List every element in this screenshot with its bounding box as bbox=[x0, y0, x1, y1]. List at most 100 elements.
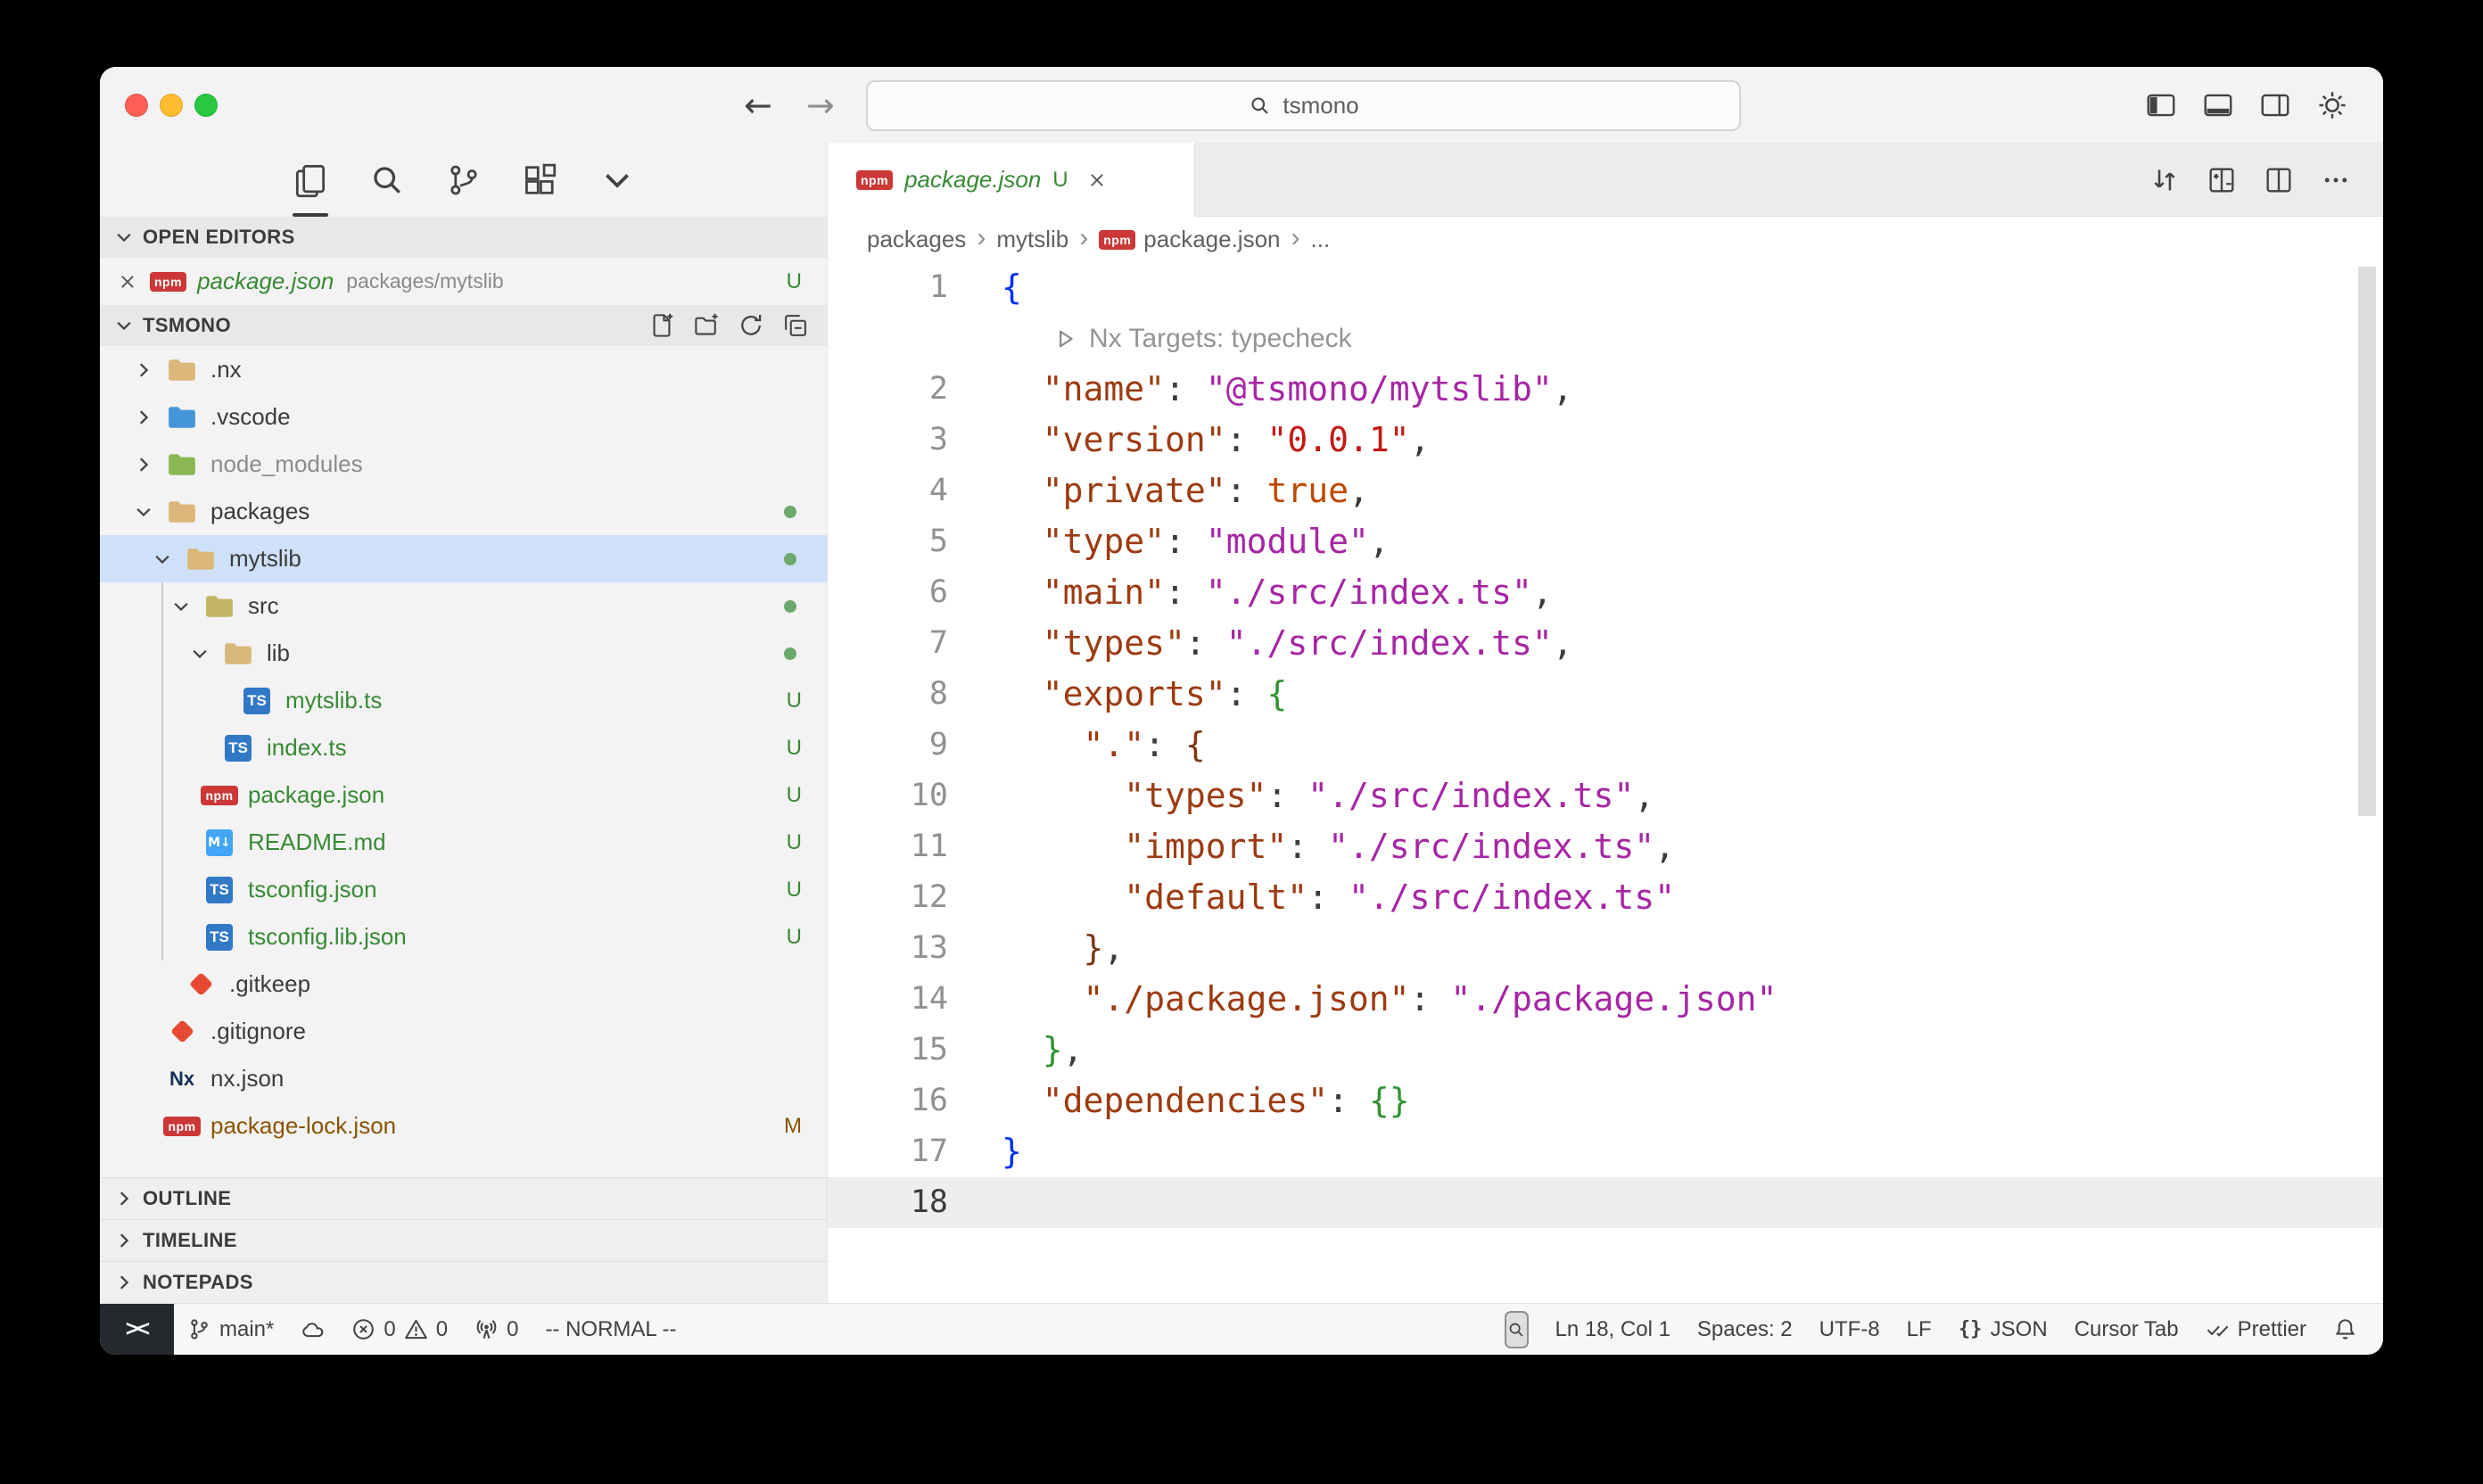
refresh-explorer-icon[interactable] bbox=[738, 312, 764, 339]
code-line-8: 8 "exports": { bbox=[828, 669, 2383, 720]
tree-item-label: index.ts bbox=[267, 734, 347, 762]
ts-icon: TS bbox=[206, 877, 233, 903]
status-vim-mode[interactable]: -- NORMAL -- bbox=[532, 1304, 689, 1355]
status-remote-indicator[interactable]: >< bbox=[100, 1304, 174, 1355]
status-bar-right: Ln 18, Col 1Spaces: 2UTF-8 LF {}JSONCursor… bbox=[1491, 1304, 2384, 1355]
codelens-label: Nx Targets: typecheck bbox=[1089, 313, 1352, 364]
tree-item-.nx[interactable]: .nx bbox=[100, 346, 827, 393]
tree-item-.gitkeep[interactable]: .gitkeep bbox=[100, 960, 827, 1008]
toggle-primary-sidebar-button[interactable] bbox=[2144, 88, 2178, 122]
history-back-button[interactable]: ← bbox=[744, 67, 772, 143]
status-formatter[interactable]: Prettier bbox=[2192, 1304, 2320, 1355]
activity-search-button[interactable] bbox=[367, 143, 408, 217]
tree-item-lib[interactable]: lib bbox=[100, 630, 827, 677]
status-cursor-position[interactable]: Ln 18, Col 1 bbox=[1542, 1304, 1684, 1355]
status-encoding[interactable]: UTF-8 bbox=[1806, 1304, 1893, 1355]
tab-close-icon[interactable] bbox=[1085, 169, 1109, 192]
tree-item-tsconfig.json[interactable]: TStsconfig.jsonU bbox=[100, 866, 827, 913]
fullscreen-window-button[interactable] bbox=[194, 94, 218, 117]
sidebar-section-notepads[interactable]: NOTEPADS bbox=[100, 1261, 827, 1303]
open-editor-item[interactable]: npm package.json packages/mytslib U bbox=[100, 258, 827, 305]
close-editor-icon[interactable] bbox=[116, 270, 139, 293]
line-number: 15 bbox=[828, 1025, 948, 1076]
tree-item-label: .vscode bbox=[210, 403, 291, 431]
editor-scrollbar[interactable] bbox=[2358, 267, 2376, 816]
git-badge: U bbox=[787, 925, 802, 950]
status-language-mode[interactable]: {}JSON bbox=[1945, 1304, 2061, 1355]
status-ports-label: 0 bbox=[507, 1317, 518, 1342]
tree-item-tsconfig.lib.json[interactable]: TStsconfig.lib.jsonU bbox=[100, 913, 827, 960]
collapse-folders-icon[interactable] bbox=[782, 312, 809, 339]
settings-button[interactable] bbox=[2315, 88, 2349, 122]
more-actions-icon[interactable] bbox=[2321, 165, 2351, 195]
tab-package-json[interactable]: npm package.json U bbox=[828, 143, 1195, 217]
tree-item-node-modules[interactable]: node_modules bbox=[100, 441, 827, 488]
new-file-icon[interactable] bbox=[648, 312, 675, 339]
sidebar-section-timeline[interactable]: TIMELINE bbox=[100, 1219, 827, 1261]
command-center-search[interactable]: tsmono bbox=[866, 80, 1741, 131]
tree-item-index.ts[interactable]: TSindex.tsU bbox=[100, 724, 827, 771]
open-editors-header[interactable]: OPEN EDITORS bbox=[100, 217, 827, 258]
tree-item-label: .nx bbox=[210, 356, 242, 383]
workspace-title: TSMONO bbox=[143, 314, 231, 337]
line-number bbox=[828, 313, 948, 364]
close-window-button[interactable] bbox=[125, 94, 148, 117]
toggle-panel-button[interactable] bbox=[2201, 88, 2235, 122]
minimize-window-button[interactable] bbox=[160, 94, 183, 117]
breadcrumb-separator-icon: › bbox=[1079, 225, 1088, 255]
breadcrumb-item[interactable]: npmpackage.json bbox=[1099, 226, 1280, 253]
status-eol-sequence-label: LF bbox=[1907, 1317, 1932, 1342]
tab-git-badge: U bbox=[1052, 168, 1068, 193]
open-changes-icon[interactable] bbox=[2207, 165, 2237, 195]
tree-item-src[interactable]: src bbox=[100, 582, 827, 630]
folder-lib-icon bbox=[223, 640, 253, 667]
compare-changes-icon[interactable] bbox=[2149, 165, 2180, 195]
sidebar-bottom-sections: OUTLINETIMELINENOTEPADS bbox=[100, 1177, 827, 1303]
tree-item-package.json[interactable]: npmpackage.jsonU bbox=[100, 771, 827, 819]
status-problems[interactable]: 00 bbox=[338, 1304, 461, 1355]
activity-more-views-button[interactable] bbox=[597, 143, 638, 217]
history-forward-button[interactable]: → bbox=[806, 67, 835, 143]
tree-item-mytslib[interactable]: mytslib bbox=[100, 535, 827, 582]
split-editor-icon[interactable] bbox=[2264, 165, 2294, 195]
tree-item-mytslib.ts[interactable]: TSmytslib.tsU bbox=[100, 677, 827, 724]
tree-item-nx.json[interactable]: Nxnx.json bbox=[100, 1055, 827, 1102]
folder-src-icon bbox=[204, 593, 235, 620]
tree-item-packages[interactable]: packages bbox=[100, 488, 827, 535]
tree-item-package-lock.json[interactable]: npmpackage-lock.jsonM bbox=[100, 1102, 827, 1150]
workspace-header[interactable]: TSMONO bbox=[100, 305, 827, 346]
status-ports[interactable]: 0 bbox=[461, 1304, 532, 1355]
activity-extensions-button[interactable] bbox=[520, 143, 561, 217]
code-viewport[interactable]: 1{Nx Targets: typecheck2 "name": "@tsmon… bbox=[828, 262, 2383, 1303]
status-notifications[interactable] bbox=[2320, 1304, 2371, 1355]
code-line-14: 14 "./package.json": "./package.json" bbox=[828, 974, 2383, 1025]
code-line-10: 10 "types": "./src/index.ts", bbox=[828, 771, 2383, 821]
activity-source-control-button[interactable] bbox=[443, 143, 484, 217]
activity-explorer-button[interactable] bbox=[290, 143, 331, 217]
toggle-secondary-sidebar-button[interactable] bbox=[2258, 88, 2292, 122]
status-publish-changes[interactable] bbox=[287, 1304, 338, 1355]
tree-item-label: node_modules bbox=[210, 450, 363, 478]
breadcrumb-item[interactable]: packages bbox=[867, 226, 966, 253]
status-git-branch[interactable]: main* bbox=[174, 1304, 287, 1355]
sidebar-section-outline[interactable]: OUTLINE bbox=[100, 1177, 827, 1219]
source-control-icon bbox=[444, 161, 483, 200]
folder-icon bbox=[167, 357, 197, 383]
warning-icon bbox=[404, 1317, 428, 1341]
tree-item-.vscode[interactable]: .vscode bbox=[100, 393, 827, 441]
breadcrumb-item[interactable]: mytslib bbox=[996, 226, 1068, 253]
npm-icon: npm bbox=[150, 272, 186, 292]
new-folder-icon[interactable] bbox=[693, 312, 720, 339]
open-editor-path: packages/mytslib bbox=[346, 269, 503, 293]
titlebar-layout-controls bbox=[2144, 67, 2349, 143]
breadcrumb-item[interactable]: ... bbox=[1311, 226, 1331, 253]
tree-item-label: nx.json bbox=[210, 1065, 284, 1092]
status-indentation[interactable]: Spaces: 2 bbox=[1684, 1304, 1806, 1355]
tree-item-README.md[interactable]: M↓README.mdU bbox=[100, 819, 827, 866]
status-eol-sequence[interactable]: LF bbox=[1893, 1304, 1945, 1355]
status-zoom-indicator[interactable] bbox=[1491, 1304, 1542, 1355]
tree-item-.gitignore[interactable]: .gitignore bbox=[100, 1008, 827, 1055]
codelens-row[interactable]: Nx Targets: typecheck bbox=[828, 313, 2383, 364]
status-cursor-tab[interactable]: Cursor Tab bbox=[2061, 1304, 2192, 1355]
explorer-sidebar: OPEN EDITORS npm package.json packages/m… bbox=[100, 217, 828, 1303]
